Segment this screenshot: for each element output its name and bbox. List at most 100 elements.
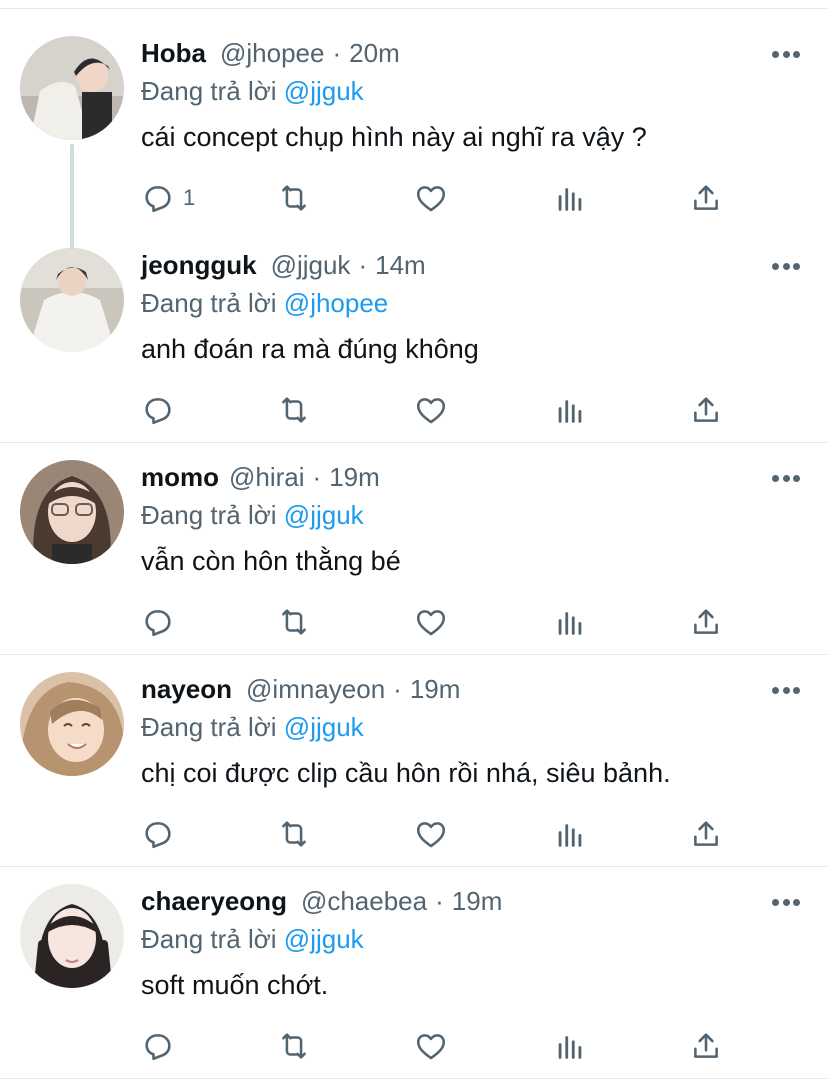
tweet-divider	[0, 1078, 828, 1079]
retweet-icon	[277, 1029, 311, 1063]
action-bar	[141, 817, 741, 851]
reply-context: Đang trả lời @jhopee	[141, 288, 388, 319]
more-icon[interactable]	[772, 50, 800, 58]
tweet-header: Hoba @jhopee · 20m	[141, 37, 400, 69]
timestamp[interactable]: 14m	[375, 250, 426, 281]
stats-icon	[553, 1029, 587, 1063]
tweet-text: soft muốn chớt.	[141, 970, 329, 1000]
timestamp[interactable]: 19m	[329, 462, 380, 493]
stats-button[interactable]	[553, 393, 587, 427]
thread-line	[70, 144, 74, 250]
avatar[interactable]	[20, 248, 124, 352]
like-button[interactable]	[414, 605, 448, 639]
reply-icon	[141, 393, 175, 427]
display-name[interactable]: jeongguk	[141, 250, 257, 281]
reply-context: Đang trả lời @jjguk	[141, 924, 364, 955]
retweet-button[interactable]	[277, 181, 311, 215]
avatar[interactable]	[20, 884, 124, 988]
avatar[interactable]	[20, 672, 124, 776]
reply-mention[interactable]: @jjguk	[284, 712, 364, 742]
tweet-text: cái concept chụp hình này ai nghĩ ra vậy…	[141, 122, 647, 152]
reply-mention[interactable]: @jjguk	[284, 500, 364, 530]
timestamp[interactable]: 20m	[349, 38, 400, 69]
retweet-button[interactable]	[277, 605, 311, 639]
reply-prefix: Đang trả lời	[141, 500, 277, 530]
retweet-icon	[277, 605, 311, 639]
share-button[interactable]	[689, 181, 723, 215]
share-button[interactable]	[689, 817, 723, 851]
stats-button[interactable]	[553, 605, 587, 639]
share-icon	[689, 605, 723, 639]
user-handle[interactable]: @jjguk	[271, 250, 351, 281]
stats-icon	[553, 393, 587, 427]
display-name[interactable]: nayeon	[141, 674, 232, 705]
share-icon	[689, 1029, 723, 1063]
reply-button[interactable]	[141, 605, 183, 639]
reply-button[interactable]	[141, 1029, 183, 1063]
display-name[interactable]: chaeryeong	[141, 886, 287, 917]
like-button[interactable]	[414, 817, 448, 851]
stats-icon	[553, 181, 587, 215]
reply-count: 1	[183, 185, 196, 210]
retweet-icon	[277, 181, 311, 215]
share-button[interactable]	[689, 1029, 723, 1063]
share-button[interactable]	[689, 393, 723, 427]
action-bar	[141, 393, 741, 427]
more-icon[interactable]	[772, 686, 800, 694]
retweet-button[interactable]	[277, 393, 311, 427]
stats-icon	[553, 605, 587, 639]
heart-icon	[414, 605, 448, 639]
heart-icon	[414, 1029, 448, 1063]
reply-context: Đang trả lời @jjguk	[141, 500, 364, 531]
share-icon	[689, 817, 723, 851]
tweet-header: jeongguk @jjguk · 14m	[141, 249, 426, 281]
timestamp[interactable]: 19m	[410, 674, 461, 705]
heart-icon	[414, 817, 448, 851]
separator-dot: ·	[358, 249, 368, 280]
like-button[interactable]	[414, 1029, 448, 1063]
display-name[interactable]: Hoba	[141, 38, 206, 69]
tweet-text: chị coi được clip cầu hôn rồi nhá, siêu …	[141, 758, 671, 788]
reply-mention[interactable]: @jjguk	[284, 924, 364, 954]
stats-button[interactable]	[553, 1029, 587, 1063]
stats-button[interactable]	[553, 181, 587, 215]
user-handle[interactable]: @chaebea	[301, 886, 427, 917]
more-icon[interactable]	[772, 474, 800, 482]
reply-context: Đang trả lời @jjguk	[141, 76, 364, 107]
tweet-divider	[0, 442, 828, 443]
more-icon[interactable]	[772, 262, 800, 270]
action-bar	[141, 605, 741, 639]
tweet-header: chaeryeong @chaebea · 19m	[141, 885, 502, 917]
separator-dot: ·	[312, 461, 322, 492]
retweet-button[interactable]	[277, 817, 311, 851]
reply-button[interactable]	[141, 817, 183, 851]
more-icon[interactable]	[772, 898, 800, 906]
user-handle[interactable]: @hirai	[229, 462, 305, 493]
reply-button[interactable]: 1	[141, 181, 195, 215]
display-name[interactable]: momo	[141, 462, 219, 493]
avatar[interactable]	[20, 460, 124, 564]
retweet-button[interactable]	[277, 1029, 311, 1063]
user-handle[interactable]: @imnayeon	[246, 674, 385, 705]
reply-mention[interactable]: @jhopee	[284, 288, 388, 318]
reply-prefix: Đang trả lời	[141, 712, 277, 742]
like-button[interactable]	[414, 393, 448, 427]
share-icon	[689, 181, 723, 215]
reply-button[interactable]	[141, 393, 183, 427]
top-divider	[0, 8, 828, 9]
reply-icon	[141, 181, 175, 215]
reply-icon	[141, 1029, 175, 1063]
timestamp[interactable]: 19m	[452, 886, 503, 917]
share-button[interactable]	[689, 605, 723, 639]
avatar[interactable]	[20, 36, 124, 140]
separator-dot: ·	[332, 37, 342, 68]
stats-button[interactable]	[553, 817, 587, 851]
reply-mention[interactable]: @jjguk	[284, 76, 364, 106]
stats-icon	[553, 817, 587, 851]
tweet-header: nayeon @imnayeon · 19m	[141, 673, 460, 705]
user-handle[interactable]: @jhopee	[220, 38, 324, 69]
like-button[interactable]	[414, 181, 448, 215]
reply-prefix: Đang trả lời	[141, 924, 277, 954]
retweet-icon	[277, 817, 311, 851]
tweet-divider	[0, 654, 828, 655]
